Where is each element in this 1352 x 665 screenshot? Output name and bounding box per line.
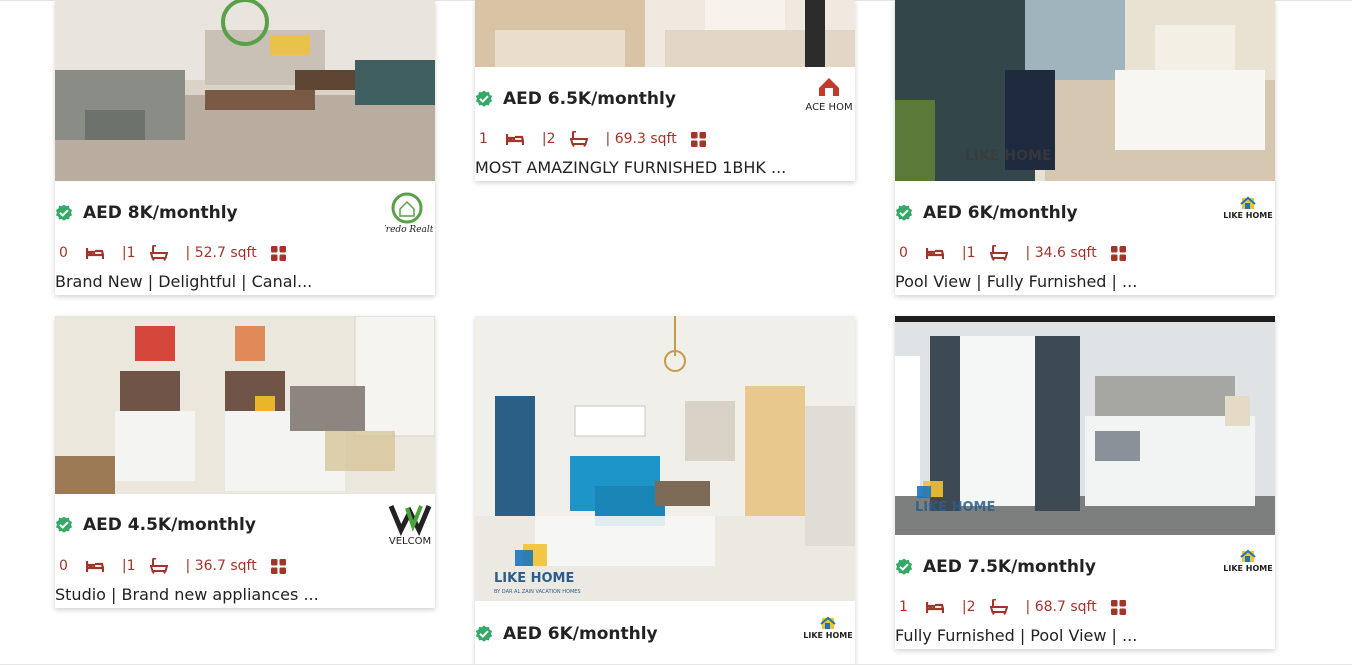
baths-count: |2 <box>961 599 976 615</box>
beds-count: 1 <box>479 131 488 147</box>
listing-card[interactable]: AED 4.5K/monthly VELCOM 0 |1 | 36.7 sqft… <box>55 316 435 608</box>
area-size: | 52.7 sqft <box>185 245 257 261</box>
listing-card[interactable]: LIKE HOME AED 7.5K/monthly LIKE HOME 1 |… <box>895 316 1275 649</box>
like-home-logo[interactable]: LIKE HOME <box>1223 196 1273 222</box>
svg-text:LIKE HOME: LIKE HOME <box>494 571 574 586</box>
area-size: | 68.7 sqft <box>1025 599 1097 615</box>
bathtub-icon <box>569 131 588 147</box>
listing-description: MOST AMAZINGLY FURNISHED 1BHK ... <box>475 158 787 177</box>
listing-photo[interactable]: LIKE HOME <box>895 316 1275 535</box>
baths-count: |1 <box>121 245 136 261</box>
area-grid-icon <box>690 131 706 147</box>
listing-price: AED 6.5K/monthly <box>503 89 676 109</box>
beds-count: 1 <box>899 599 908 615</box>
bathtub-icon <box>149 245 168 261</box>
svg-text:VELCOM: VELCOM <box>389 536 431 547</box>
bathtub-icon <box>989 245 1008 261</box>
bed-icon <box>925 248 944 259</box>
svg-text:Fredo Realty: Fredo Realty <box>385 225 433 235</box>
svg-text:LIKE HOME: LIKE HOME <box>1223 211 1272 220</box>
like-home-logo[interactable]: LIKE HOME <box>803 616 853 642</box>
area-size: | 69.3 sqft <box>605 131 677 147</box>
listing-photo[interactable]: LIKE HOME <box>895 0 1275 181</box>
verified-check-icon <box>55 204 73 221</box>
specs-row: 0 |1 | 52.7 sqft <box>59 242 304 264</box>
listings-page: AED 8K/monthly Fredo Realty 0 |1 | 52.7 … <box>0 0 1352 665</box>
beds-count: 0 <box>59 245 68 261</box>
listing-photo[interactable] <box>475 0 855 67</box>
area-grid-icon <box>270 558 286 574</box>
verified-check-icon <box>55 516 73 533</box>
svg-text:LIKE HOME: LIKE HOME <box>965 148 1052 164</box>
verified-check-icon <box>895 558 913 575</box>
listing-price: AED 6K/monthly <box>923 203 1078 223</box>
bed-icon <box>505 134 524 145</box>
like-home-logo[interactable]: LIKE HOME <box>1223 549 1273 575</box>
svg-text:LIKE HOME: LIKE HOME <box>1223 564 1272 573</box>
specs-row: 0 |1 | 36.7 sqft <box>59 555 304 577</box>
baths-count: |1 <box>121 558 136 574</box>
beds-count: 0 <box>59 558 68 574</box>
listing-description: Pool View | Fully Furnished | ... <box>895 272 1138 291</box>
price-row: AED 6K/monthly <box>475 619 658 649</box>
specs-row: 1 |2 | 68.7 sqft <box>899 596 1144 618</box>
bathtub-icon <box>149 558 168 574</box>
specs-row: 0 |1 | 34.6 sqft <box>899 242 1144 264</box>
bed-icon <box>925 602 944 613</box>
listing-description: Studio | Brand new appliances ... <box>55 585 319 604</box>
listing-photo[interactable] <box>55 316 435 494</box>
beds-count: 0 <box>899 245 908 261</box>
price-row: AED 4.5K/monthly <box>55 510 256 540</box>
svg-text:LIKE HOME: LIKE HOME <box>803 631 852 640</box>
listing-card[interactable]: LIKE HOME AED 6K/monthly LIKE HOME 0 |1 … <box>895 0 1275 295</box>
price-row: AED 6.5K/monthly <box>475 84 676 114</box>
listing-price: AED 4.5K/monthly <box>83 515 256 535</box>
bed-icon <box>85 248 104 259</box>
bathtub-icon <box>989 599 1008 615</box>
fredo-realty-logo[interactable]: Fredo Realty <box>379 190 439 236</box>
baths-count: |1 <box>961 245 976 261</box>
listing-price: AED 8K/monthly <box>83 203 238 223</box>
area-size: | 34.6 sqft <box>1025 245 1097 261</box>
listing-card[interactable]: AED 6.5K/monthly ACE HOM 1 |2 | 69.3 sqf… <box>475 0 855 181</box>
listing-card[interactable]: LIKE HOME BY DAR AL ZAIN VACATION HOMES … <box>475 316 855 665</box>
verified-check-icon <box>475 90 493 107</box>
listing-price: AED 7.5K/monthly <box>923 557 1096 577</box>
area-grid-icon <box>270 245 286 261</box>
listing-description: Fully Furnished | Pool View | ... <box>895 626 1138 645</box>
area-size: | 36.7 sqft <box>185 558 257 574</box>
price-row: AED 8K/monthly <box>55 198 238 228</box>
svg-text:ACE HOM: ACE HOM <box>805 102 852 113</box>
price-row: AED 6K/monthly <box>895 198 1078 228</box>
listing-photo[interactable]: LIKE HOME BY DAR AL ZAIN VACATION HOMES <box>475 316 855 601</box>
listing-card[interactable]: AED 8K/monthly Fredo Realty 0 |1 | 52.7 … <box>55 0 439 295</box>
welcome-logo[interactable]: VELCOM <box>387 500 433 550</box>
svg-text:BY DAR AL ZAIN VACATION HOMES: BY DAR AL ZAIN VACATION HOMES <box>494 589 581 595</box>
area-grid-icon <box>1110 245 1126 261</box>
baths-count: |2 <box>541 131 556 147</box>
verified-check-icon <box>895 204 913 221</box>
listing-photo[interactable] <box>55 0 435 181</box>
area-grid-icon <box>1110 599 1126 615</box>
bed-icon <box>85 561 104 572</box>
ace-home-logo[interactable]: ACE HOM <box>805 76 853 120</box>
verified-check-icon <box>475 625 493 642</box>
svg-text:LIKE HOME: LIKE HOME <box>915 500 995 515</box>
listing-price: AED 6K/monthly <box>503 624 658 644</box>
listing-description: Brand New | Delightful | Canal... <box>55 272 313 291</box>
price-row: AED 7.5K/monthly <box>895 552 1096 582</box>
specs-row: 1 |2 | 69.3 sqft <box>479 128 724 150</box>
